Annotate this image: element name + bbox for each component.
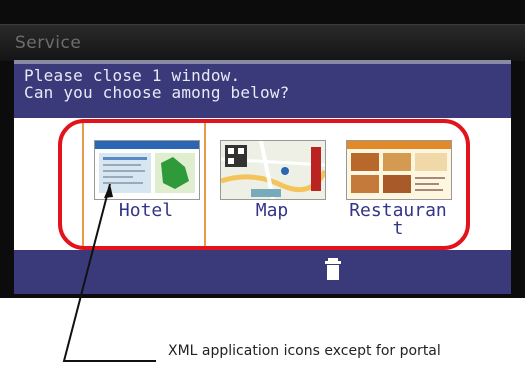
annotation-text: XML application icons except for portal xyxy=(168,343,441,359)
callout-line xyxy=(62,183,156,362)
